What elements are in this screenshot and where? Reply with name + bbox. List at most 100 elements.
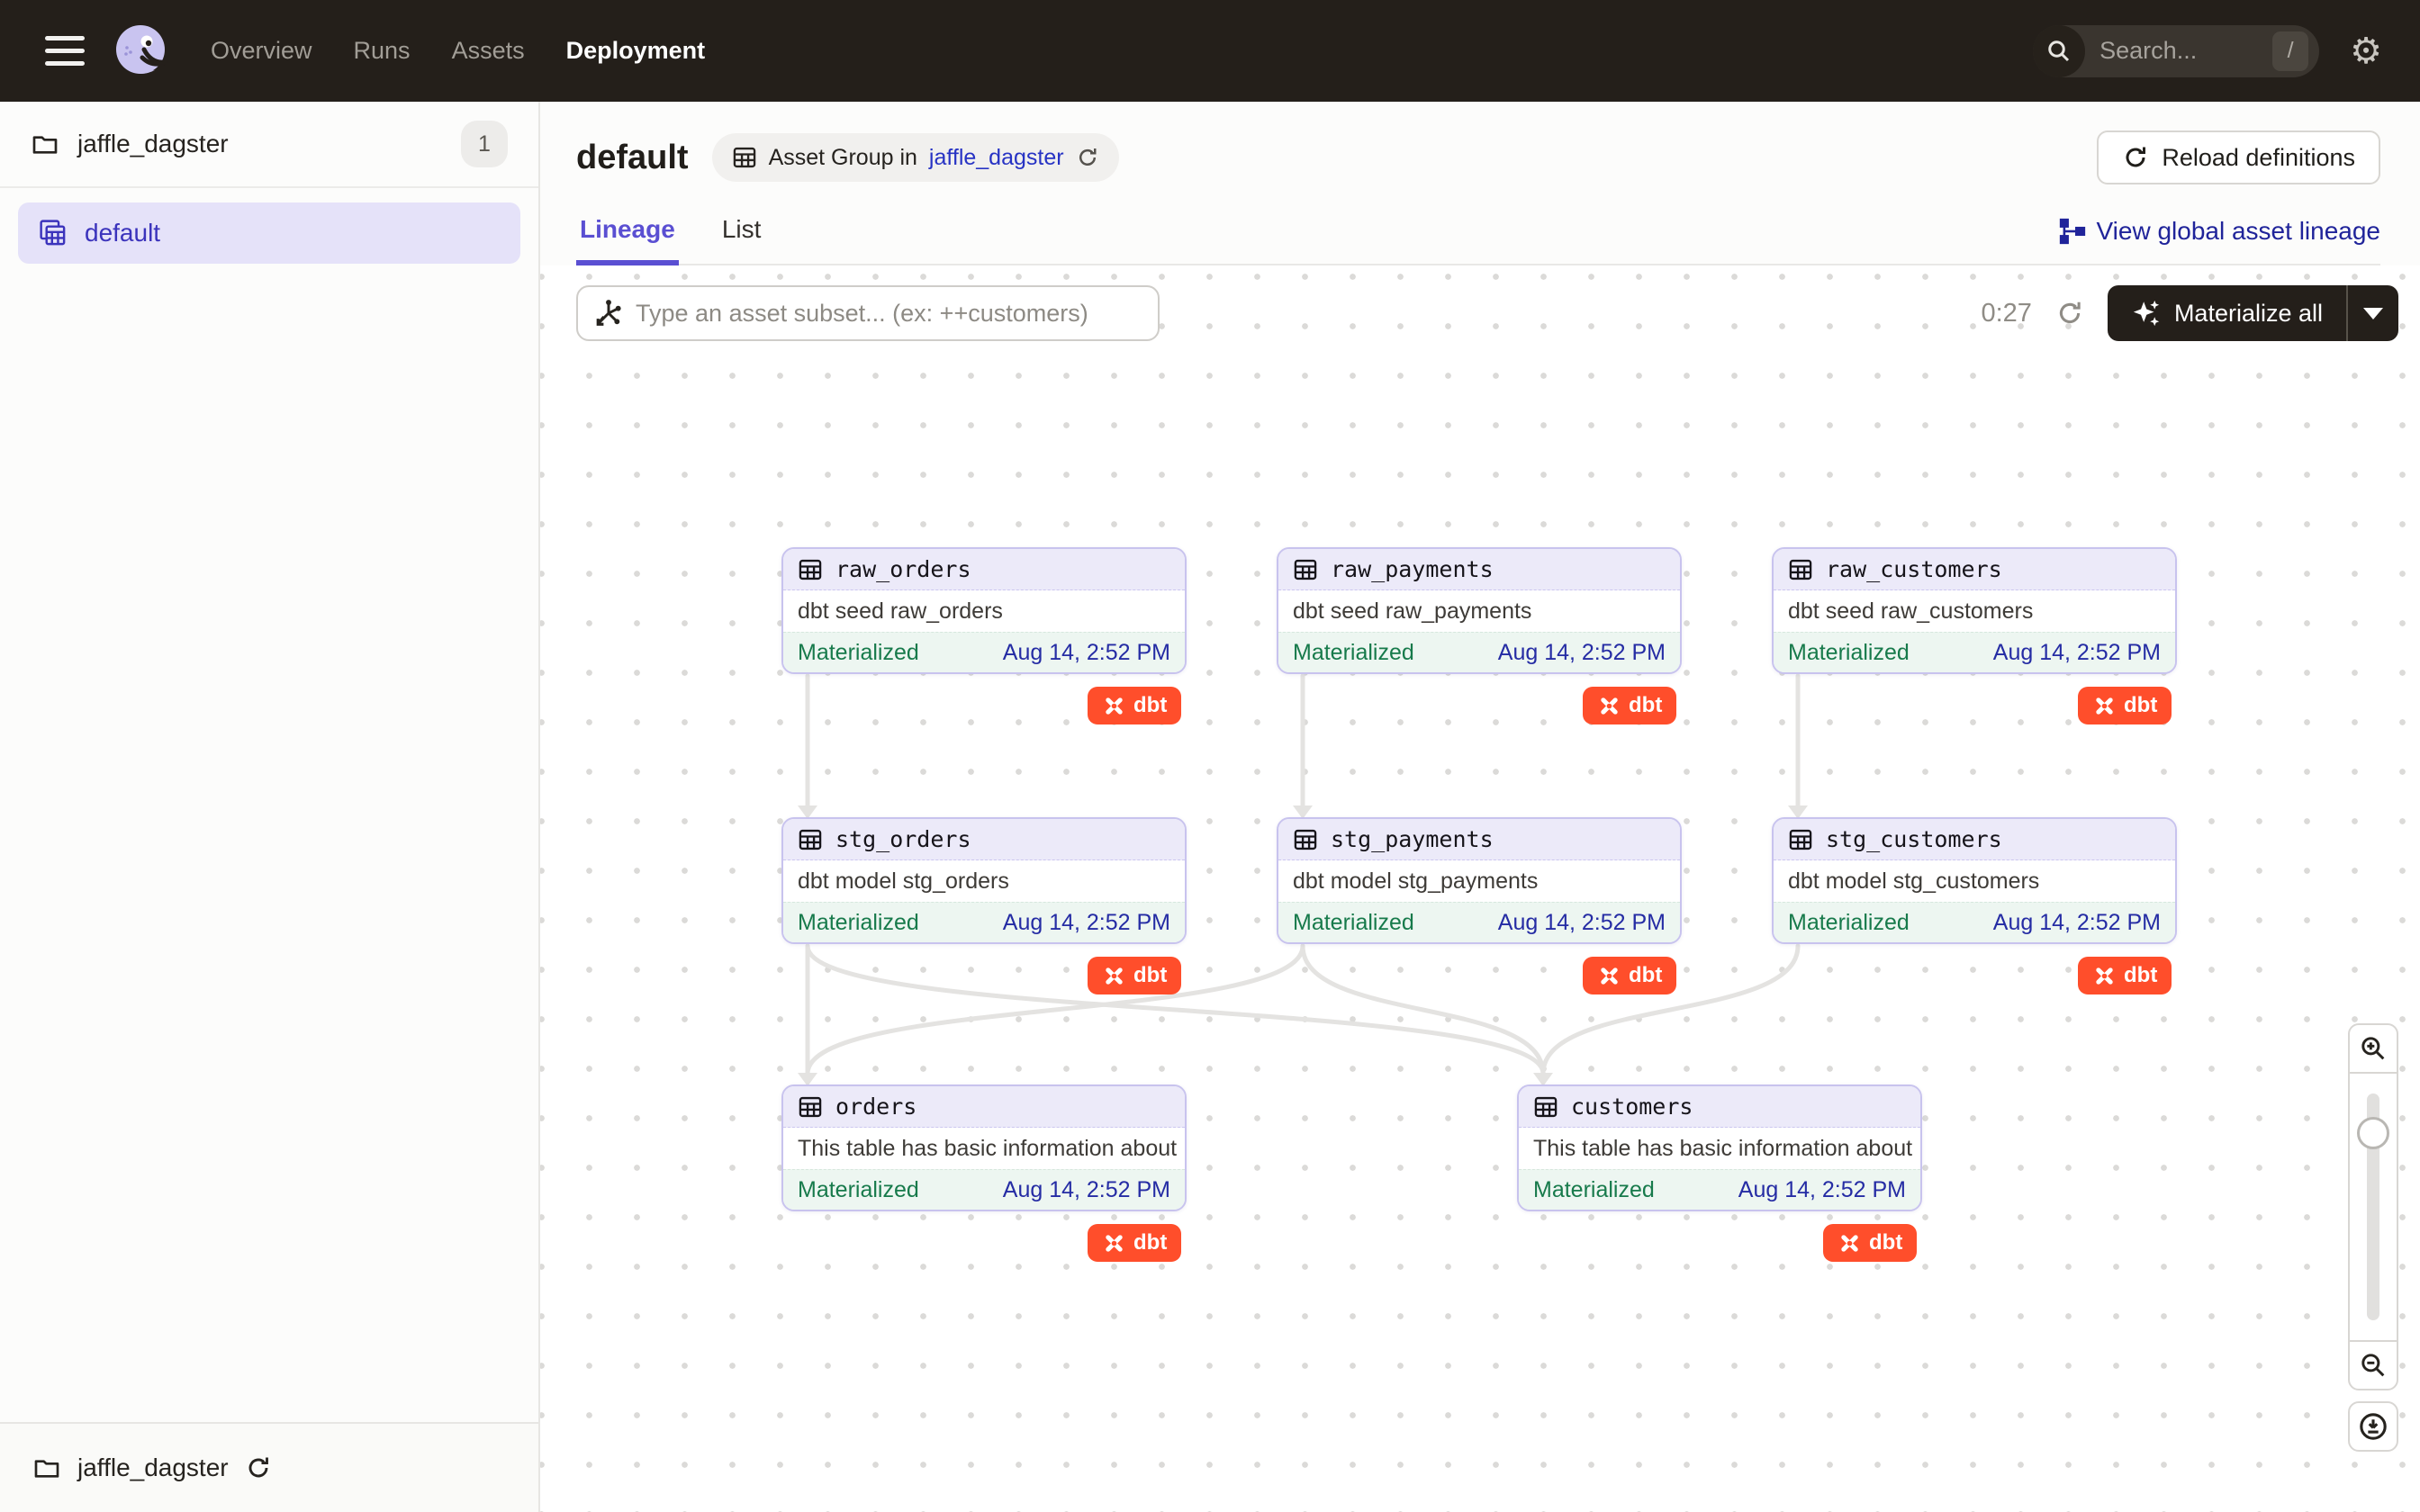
- materialize-all-button[interactable]: Materialize all: [2108, 285, 2398, 341]
- dbt-badge[interactable]: dbt: [2078, 687, 2172, 724]
- dbt-badge-label: dbt: [2124, 963, 2157, 988]
- main-header: default Asset Group in jaffle_dagster: [540, 102, 2420, 266]
- zoom-out-icon: [2359, 1351, 2388, 1380]
- asset-description: This table has basic information about .…: [1519, 1128, 1920, 1169]
- dbt-badge[interactable]: dbt: [1088, 1224, 1181, 1262]
- materialization-timestamp[interactable]: Aug 14, 2:52 PM: [1003, 640, 1170, 666]
- materialization-timestamp[interactable]: Aug 14, 2:52 PM: [1738, 1177, 1906, 1203]
- status-badge: Materialized: [1293, 910, 1414, 936]
- nav-item-assets[interactable]: Assets: [452, 37, 525, 65]
- reload-definitions-label: Reload definitions: [2162, 144, 2355, 172]
- asset-node-header[interactable]: raw_payments: [1278, 549, 1680, 590]
- download-image-button[interactable]: [2348, 1401, 2398, 1452]
- materialization-timestamp[interactable]: Aug 14, 2:52 PM: [1498, 640, 1666, 666]
- dbt-badge[interactable]: dbt: [1088, 687, 1181, 724]
- dbt-logo-icon: [1102, 694, 1126, 718]
- tab-list[interactable]: List: [718, 215, 765, 264]
- asset-description: This table has basic information about .…: [783, 1128, 1185, 1169]
- asset-name: raw_payments: [1331, 556, 1494, 582]
- materialization-timestamp[interactable]: Aug 14, 2:52 PM: [1498, 910, 1666, 936]
- sidebar-item-default[interactable]: default: [18, 202, 520, 264]
- dbt-badge-label: dbt: [1629, 963, 1662, 988]
- dbt-badge[interactable]: dbt: [1823, 1224, 1917, 1262]
- sidebar-selected-label: default: [85, 219, 160, 248]
- asset-node-header[interactable]: raw_customers: [1774, 549, 2175, 590]
- search-input[interactable]: Search... /: [2033, 25, 2319, 77]
- asset-subset-filter[interactable]: [576, 285, 1160, 341]
- folder-icon: [32, 1454, 61, 1482]
- asset-name: raw_customers: [1826, 556, 2002, 582]
- asset-node-raw_orders[interactable]: raw_ordersdbt seed raw_ordersMaterialize…: [781, 547, 1187, 674]
- asset-node-header[interactable]: customers: [1519, 1086, 1920, 1128]
- table-icon: [1788, 557, 1813, 582]
- materialization-timestamp[interactable]: Aug 14, 2:52 PM: [1003, 1177, 1170, 1203]
- asset-name: customers: [1571, 1094, 1693, 1120]
- dbt-badge[interactable]: dbt: [1583, 957, 1676, 994]
- asset-node-footer: MaterializedAug 14, 2:52 PM: [1774, 902, 2175, 942]
- dbt-badge-label: dbt: [1629, 693, 1662, 718]
- asset-node-orders[interactable]: ordersThis table has basic information a…: [781, 1084, 1187, 1211]
- refresh-icon[interactable]: [1076, 146, 1099, 169]
- sidebar-group-label: jaffle_dagster: [77, 130, 229, 158]
- asset-node-raw_payments[interactable]: raw_paymentsdbt seed raw_paymentsMateria…: [1277, 547, 1682, 674]
- asset-node-raw_customers[interactable]: raw_customersdbt seed raw_customersMater…: [1772, 547, 2177, 674]
- zoom-in-button[interactable]: [2348, 1023, 2398, 1074]
- nav-items: Overview Runs Assets Deployment: [211, 37, 705, 65]
- table-icon: [1293, 557, 1318, 582]
- asset-name: stg_orders: [835, 826, 971, 852]
- lineage-canvas[interactable]: 0:27 Materialize a: [540, 266, 2420, 1512]
- nav-item-deployment[interactable]: Deployment: [566, 37, 706, 65]
- asset-node-stg_payments[interactable]: stg_paymentsdbt model stg_paymentsMateri…: [1277, 817, 1682, 944]
- nav-item-runs[interactable]: Runs: [354, 37, 411, 65]
- table-icon: [1533, 1094, 1558, 1120]
- asset-group-icon: [38, 218, 68, 248]
- asset-node-header[interactable]: stg_orders: [783, 819, 1185, 860]
- tab-lineage[interactable]: Lineage: [576, 215, 679, 264]
- dbt-badge-label: dbt: [1133, 693, 1167, 718]
- gear-icon[interactable]: ⚙: [2350, 33, 2382, 69]
- context-prefix: Asset Group in: [769, 145, 917, 171]
- asset-subset-input[interactable]: [636, 300, 1142, 328]
- table-icon: [798, 827, 823, 852]
- dagster-app: Overview Runs Assets Deployment Search..…: [0, 0, 2420, 1512]
- folder-icon: [31, 130, 59, 158]
- materialization-timestamp[interactable]: Aug 14, 2:52 PM: [1993, 910, 2161, 936]
- refresh-icon[interactable]: [245, 1454, 272, 1481]
- materialization-timestamp[interactable]: Aug 14, 2:52 PM: [1003, 910, 1170, 936]
- table-icon: [798, 557, 823, 582]
- reload-definitions-button[interactable]: Reload definitions: [2097, 130, 2380, 184]
- asset-node-stg_customers[interactable]: stg_customersdbt model stg_customersMate…: [1772, 817, 2177, 944]
- asset-node-header[interactable]: stg_customers: [1774, 819, 2175, 860]
- dagster-logo[interactable]: [112, 22, 171, 81]
- asset-node-header[interactable]: raw_orders: [783, 549, 1185, 590]
- reload-icon: [2122, 144, 2149, 171]
- asset-name: stg_customers: [1826, 826, 2002, 852]
- asset-node-footer: MaterializedAug 14, 2:52 PM: [783, 902, 1185, 942]
- asset-node-header[interactable]: orders: [783, 1086, 1185, 1128]
- refresh-icon[interactable]: [2055, 299, 2084, 328]
- zoom-slider[interactable]: [2348, 1074, 2398, 1340]
- sparkle-icon: [2131, 298, 2162, 328]
- view-global-asset-lineage-link[interactable]: View global asset lineage: [2059, 217, 2380, 264]
- table-icon: [1788, 827, 1813, 852]
- zoom-out-button[interactable]: [2348, 1340, 2398, 1390]
- sidebar-footer: jaffle_dagster: [0, 1422, 538, 1512]
- materialization-timestamp[interactable]: Aug 14, 2:52 PM: [1993, 640, 2161, 666]
- dbt-badge[interactable]: dbt: [1583, 687, 1676, 724]
- refresh-timer: 0:27: [1981, 299, 2031, 328]
- asset-node-customers[interactable]: customers This table has basic informatio…: [1517, 1084, 1922, 1211]
- nav-item-overview[interactable]: Overview: [211, 37, 312, 65]
- asset-node-stg_orders[interactable]: stg_ordersdbt model stg_ordersMaterializ…: [781, 817, 1187, 944]
- dbt-badge[interactable]: dbt: [2078, 957, 2172, 994]
- dbt-badge[interactable]: dbt: [1088, 957, 1181, 994]
- context-link-jaffle-dagster[interactable]: jaffle_dagster: [929, 145, 1064, 171]
- zoom-slider-handle[interactable]: [2357, 1117, 2389, 1149]
- asset-node-header[interactable]: stg_payments: [1278, 819, 1680, 860]
- hamburger-menu-icon[interactable]: [45, 36, 85, 66]
- dbt-badge-label: dbt: [1869, 1230, 1902, 1256]
- asset-name: raw_orders: [835, 556, 971, 582]
- materialize-dropdown-button[interactable]: [2346, 285, 2398, 341]
- asset-group-context-pill: Asset Group in jaffle_dagster: [712, 133, 1119, 182]
- dbt-logo-icon: [2092, 694, 2117, 718]
- sidebar-item-jaffle-dagster[interactable]: jaffle_dagster 1: [0, 102, 538, 188]
